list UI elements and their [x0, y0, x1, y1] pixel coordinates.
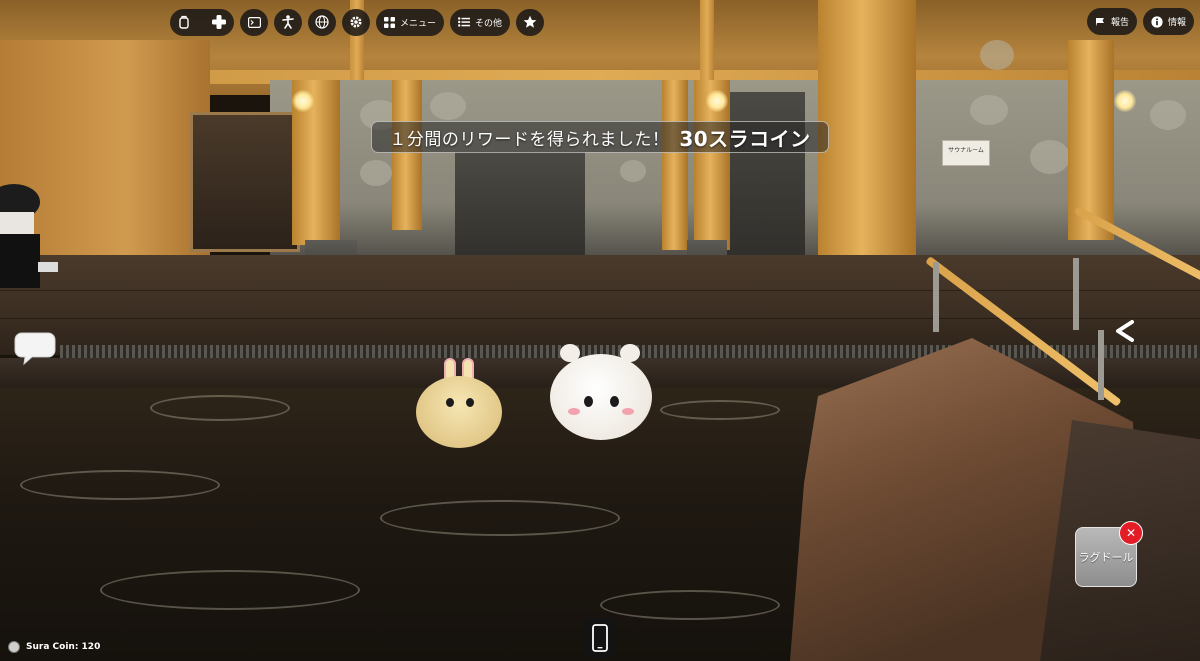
bear-blush: [622, 408, 634, 415]
wall-stone: [1030, 140, 1070, 174]
handrail-post: [1098, 330, 1104, 400]
coin-icon: [8, 641, 20, 653]
tiled-floor: [0, 255, 1200, 355]
globe-icon: [315, 15, 329, 29]
info-label: 情報: [1167, 18, 1186, 28]
water-ripple: [100, 570, 360, 610]
sauna-door-panel: [725, 92, 805, 270]
wall-stone: [970, 95, 1008, 125]
coin-label: Sura Coin: 120: [26, 642, 101, 652]
list-icon: [458, 17, 471, 27]
phone-button[interactable]: [584, 618, 616, 658]
water-ripple: [380, 500, 620, 536]
bunny-body: [416, 376, 502, 448]
water-ripple: [600, 590, 780, 620]
wall-stone: [430, 92, 466, 120]
wooden-pillar: [662, 80, 688, 250]
language-button[interactable]: [308, 8, 336, 36]
sauna-room-sign: サウナルーム: [942, 140, 990, 166]
top-right-toolbar: 報告 情報: [1086, 8, 1194, 35]
wall-stone: [980, 40, 1014, 70]
report-label: 報告: [1110, 18, 1129, 28]
info-button[interactable]: 情報: [1142, 8, 1194, 35]
close-icon: ✕: [1125, 526, 1137, 540]
ragdoll-label: ラグドール: [1078, 551, 1134, 564]
star-icon: [523, 15, 537, 28]
ceiling-lamp: [706, 90, 728, 112]
ragdoll-close-button[interactable]: ✕: [1119, 521, 1143, 545]
water-ripple: [660, 400, 780, 420]
report-flag-icon: [1095, 17, 1104, 26]
avatar-add-group: [170, 8, 234, 36]
handrail-post: [1073, 258, 1079, 330]
wall-stone: [1150, 100, 1186, 130]
grid-icon: [384, 16, 395, 28]
glass-door: [190, 112, 300, 252]
bear-eye: [610, 396, 619, 407]
water-ripple: [150, 395, 290, 421]
wall-stone: [620, 160, 646, 182]
gear-icon: [350, 16, 362, 28]
bunny-eye: [466, 398, 474, 407]
other-label: その他: [475, 18, 503, 29]
bear-head: [550, 354, 652, 440]
chat-bubble-icon[interactable]: [14, 331, 56, 365]
water-ripple: [20, 470, 220, 500]
chevron-left-icon[interactable]: [1112, 318, 1138, 344]
backpack-icon[interactable]: [177, 15, 191, 29]
ceiling-lamp: [1114, 90, 1136, 112]
report-button[interactable]: 報告: [1086, 8, 1137, 35]
wall-stone: [360, 160, 392, 186]
reward-notification: １分間のリワードを得られました！ 30スラコイン: [371, 121, 829, 153]
bunny-eye: [446, 398, 454, 407]
game-viewport: サウナルーム: [0, 0, 1200, 661]
floor-tile-line: [0, 318, 1200, 319]
handrail-post: [933, 262, 939, 332]
floor-tile-line: [0, 290, 1200, 291]
ceiling-beam: [700, 0, 714, 85]
bunny-character: [408, 358, 508, 454]
top-toolbar: メニュー その他: [170, 8, 545, 36]
menu-label: メニュー: [400, 18, 437, 29]
person-pose-icon: [282, 15, 294, 29]
sauna-door-panel: [455, 152, 585, 270]
favorite-button[interactable]: [516, 8, 545, 36]
reward-amount: 30スラコイン: [679, 126, 811, 151]
add-icon[interactable]: [211, 14, 227, 30]
ceiling-lamp: [292, 90, 314, 112]
smartphone-icon: [592, 624, 608, 652]
bear-blush: [568, 408, 580, 415]
emote-button[interactable]: [274, 8, 302, 36]
player-avatar: [0, 184, 58, 288]
bear-character: [548, 344, 654, 444]
reward-message: １分間のリワードを得られました！: [389, 129, 670, 150]
terminal-button[interactable]: [240, 8, 268, 36]
terminal-icon: [247, 16, 261, 28]
info-icon: [1151, 15, 1163, 28]
bear-eye: [584, 396, 593, 407]
wooden-pillar: [392, 80, 422, 230]
settings-button[interactable]: [342, 8, 370, 36]
coin-counter: Sura Coin: 120: [8, 641, 100, 653]
other-button[interactable]: その他: [450, 8, 511, 36]
menu-button[interactable]: メニュー: [376, 8, 445, 36]
